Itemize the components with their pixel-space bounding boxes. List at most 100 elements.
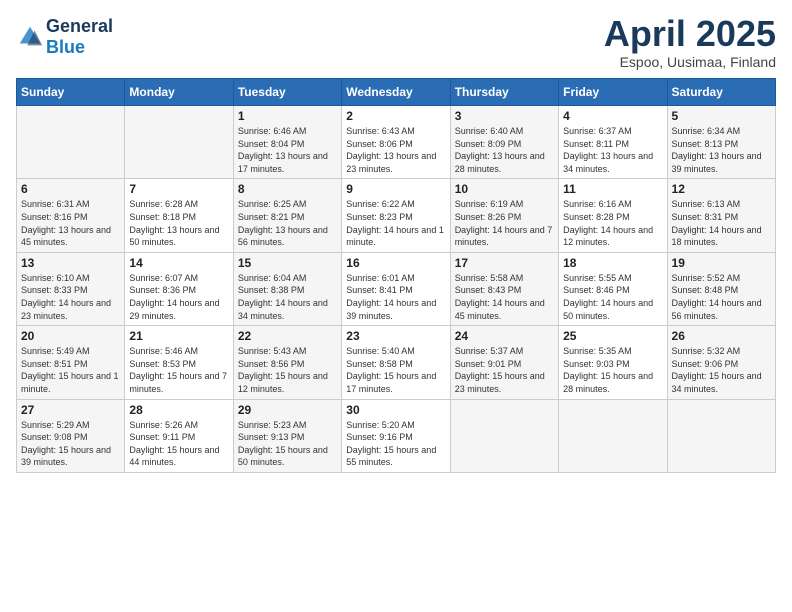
calendar-cell — [559, 399, 667, 472]
day-info: Sunrise: 5:49 AM Sunset: 8:51 PM Dayligh… — [21, 345, 120, 395]
calendar-week-row: 6 Sunrise: 6:31 AM Sunset: 8:16 PM Daylig… — [17, 179, 776, 252]
day-info: Sunrise: 5:55 AM Sunset: 8:46 PM Dayligh… — [563, 272, 662, 322]
calendar-cell: 7 Sunrise: 6:28 AM Sunset: 8:18 PM Daylig… — [125, 179, 233, 252]
logo-general-text: General — [46, 16, 113, 36]
title-block: April 2025 Espoo, Uusimaa, Finland — [604, 16, 776, 70]
calendar-cell: 20 Sunrise: 5:49 AM Sunset: 8:51 PM Dayli… — [17, 326, 125, 399]
weekday-header-monday: Monday — [125, 79, 233, 106]
day-info: Sunrise: 6:37 AM Sunset: 8:11 PM Dayligh… — [563, 125, 662, 175]
day-info: Sunrise: 5:23 AM Sunset: 9:13 PM Dayligh… — [238, 419, 337, 469]
day-info: Sunrise: 6:13 AM Sunset: 8:31 PM Dayligh… — [672, 198, 771, 248]
day-info: Sunrise: 5:43 AM Sunset: 8:56 PM Dayligh… — [238, 345, 337, 395]
calendar-cell: 29 Sunrise: 5:23 AM Sunset: 9:13 PM Dayli… — [233, 399, 341, 472]
calendar-cell: 28 Sunrise: 5:26 AM Sunset: 9:11 PM Dayli… — [125, 399, 233, 472]
page-header: General Blue April 2025 Espoo, Uusimaa, … — [16, 16, 776, 70]
calendar-cell: 17Sunrise: 5:58 AM Sunset: 8:43 PM Dayli… — [450, 252, 558, 325]
day-info: Sunrise: 6:10 AM Sunset: 8:33 PM Dayligh… — [21, 272, 120, 322]
day-number: 12 — [672, 182, 771, 196]
day-number: 20 — [21, 329, 120, 343]
calendar-cell: 24 Sunrise: 5:37 AM Sunset: 9:01 PM Dayli… — [450, 326, 558, 399]
day-number: 10 — [455, 182, 554, 196]
calendar-week-row: 20 Sunrise: 5:49 AM Sunset: 8:51 PM Dayli… — [17, 326, 776, 399]
calendar-table: SundayMondayTuesdayWednesdayThursdayFrid… — [16, 78, 776, 473]
calendar-cell: 10 Sunrise: 6:19 AM Sunset: 8:26 PM Dayli… — [450, 179, 558, 252]
calendar-cell: 23Sunrise: 5:40 AM Sunset: 8:58 PM Dayli… — [342, 326, 450, 399]
calendar-cell: 8Sunrise: 6:25 AM Sunset: 8:21 PM Daylig… — [233, 179, 341, 252]
day-info: Sunrise: 5:35 AM Sunset: 9:03 PM Dayligh… — [563, 345, 662, 395]
weekday-header-friday: Friday — [559, 79, 667, 106]
calendar-cell — [450, 399, 558, 472]
day-number: 16 — [346, 256, 445, 270]
logo: General Blue — [16, 16, 113, 58]
day-number: 11 — [563, 182, 662, 196]
calendar-cell: 22 Sunrise: 5:43 AM Sunset: 8:56 PM Dayli… — [233, 326, 341, 399]
weekday-header-thursday: Thursday — [450, 79, 558, 106]
day-info: Sunrise: 6:43 AM Sunset: 8:06 PM Dayligh… — [346, 125, 445, 175]
day-number: 4 — [563, 109, 662, 123]
calendar-cell: 4 Sunrise: 6:37 AM Sunset: 8:11 PM Daylig… — [559, 106, 667, 179]
logo-icon — [16, 23, 44, 51]
day-number: 6 — [21, 182, 120, 196]
weekday-header-tuesday: Tuesday — [233, 79, 341, 106]
weekday-header-saturday: Saturday — [667, 79, 775, 106]
day-info: Sunrise: 6:16 AM Sunset: 8:28 PM Dayligh… — [563, 198, 662, 248]
calendar-week-row: 27 Sunrise: 5:29 AM Sunset: 9:08 PM Dayli… — [17, 399, 776, 472]
calendar-week-row: 13 Sunrise: 6:10 AM Sunset: 8:33 PM Dayli… — [17, 252, 776, 325]
day-number: 30 — [346, 403, 445, 417]
calendar-cell — [125, 106, 233, 179]
calendar-cell: 27 Sunrise: 5:29 AM Sunset: 9:08 PM Dayli… — [17, 399, 125, 472]
day-number: 19 — [672, 256, 771, 270]
calendar-cell — [667, 399, 775, 472]
calendar-cell: 18 Sunrise: 5:55 AM Sunset: 8:46 PM Dayli… — [559, 252, 667, 325]
day-number: 5 — [672, 109, 771, 123]
day-number: 8 — [238, 182, 337, 196]
calendar-cell: 14Sunrise: 6:07 AM Sunset: 8:36 PM Dayli… — [125, 252, 233, 325]
day-number: 1 — [238, 109, 337, 123]
day-number: 29 — [238, 403, 337, 417]
calendar-week-row: 1 Sunrise: 6:46 AM Sunset: 8:04 PM Daylig… — [17, 106, 776, 179]
day-info: Sunrise: 5:26 AM Sunset: 9:11 PM Dayligh… — [129, 419, 228, 469]
day-number: 22 — [238, 329, 337, 343]
day-info: Sunrise: 6:34 AM Sunset: 8:13 PM Dayligh… — [672, 125, 771, 175]
day-number: 2 — [346, 109, 445, 123]
calendar-cell: 15Sunrise: 6:04 AM Sunset: 8:38 PM Dayli… — [233, 252, 341, 325]
day-info: Sunrise: 6:04 AM Sunset: 8:38 PM Dayligh… — [238, 272, 337, 322]
day-number: 25 — [563, 329, 662, 343]
weekday-header-row: SundayMondayTuesdayWednesdayThursdayFrid… — [17, 79, 776, 106]
location-subtitle: Espoo, Uusimaa, Finland — [604, 54, 776, 70]
logo-blue-text: Blue — [46, 37, 85, 57]
day-info: Sunrise: 5:58 AM Sunset: 8:43 PM Dayligh… — [455, 272, 554, 322]
calendar-cell: 26 Sunrise: 5:32 AM Sunset: 9:06 PM Dayli… — [667, 326, 775, 399]
calendar-cell: 2 Sunrise: 6:43 AM Sunset: 8:06 PM Daylig… — [342, 106, 450, 179]
day-info: Sunrise: 5:32 AM Sunset: 9:06 PM Dayligh… — [672, 345, 771, 395]
day-number: 3 — [455, 109, 554, 123]
day-number: 21 — [129, 329, 228, 343]
day-info: Sunrise: 6:40 AM Sunset: 8:09 PM Dayligh… — [455, 125, 554, 175]
day-info: Sunrise: 5:52 AM Sunset: 8:48 PM Dayligh… — [672, 272, 771, 322]
calendar-cell: 9Sunrise: 6:22 AM Sunset: 8:23 PM Daylig… — [342, 179, 450, 252]
day-info: Sunrise: 5:37 AM Sunset: 9:01 PM Dayligh… — [455, 345, 554, 395]
day-number: 27 — [21, 403, 120, 417]
day-number: 13 — [21, 256, 120, 270]
calendar-cell: 12 Sunrise: 6:13 AM Sunset: 8:31 PM Dayli… — [667, 179, 775, 252]
month-title: April 2025 — [604, 16, 776, 52]
day-info: Sunrise: 5:29 AM Sunset: 9:08 PM Dayligh… — [21, 419, 120, 469]
day-info: Sunrise: 6:28 AM Sunset: 8:18 PM Dayligh… — [129, 198, 228, 248]
day-number: 28 — [129, 403, 228, 417]
day-number: 9 — [346, 182, 445, 196]
calendar-cell: 25 Sunrise: 5:35 AM Sunset: 9:03 PM Dayli… — [559, 326, 667, 399]
calendar-cell: 13 Sunrise: 6:10 AM Sunset: 8:33 PM Dayli… — [17, 252, 125, 325]
day-info: Sunrise: 6:31 AM Sunset: 8:16 PM Dayligh… — [21, 198, 120, 248]
calendar-cell: 5 Sunrise: 6:34 AM Sunset: 8:13 PM Daylig… — [667, 106, 775, 179]
day-number: 23 — [346, 329, 445, 343]
calendar-cell: 3 Sunrise: 6:40 AM Sunset: 8:09 PM Daylig… — [450, 106, 558, 179]
day-info: Sunrise: 6:19 AM Sunset: 8:26 PM Dayligh… — [455, 198, 554, 248]
calendar-cell — [17, 106, 125, 179]
day-number: 26 — [672, 329, 771, 343]
day-number: 18 — [563, 256, 662, 270]
weekday-header-wednesday: Wednesday — [342, 79, 450, 106]
calendar-cell: 6 Sunrise: 6:31 AM Sunset: 8:16 PM Daylig… — [17, 179, 125, 252]
day-info: Sunrise: 6:46 AM Sunset: 8:04 PM Dayligh… — [238, 125, 337, 175]
day-number: 24 — [455, 329, 554, 343]
day-number: 7 — [129, 182, 228, 196]
